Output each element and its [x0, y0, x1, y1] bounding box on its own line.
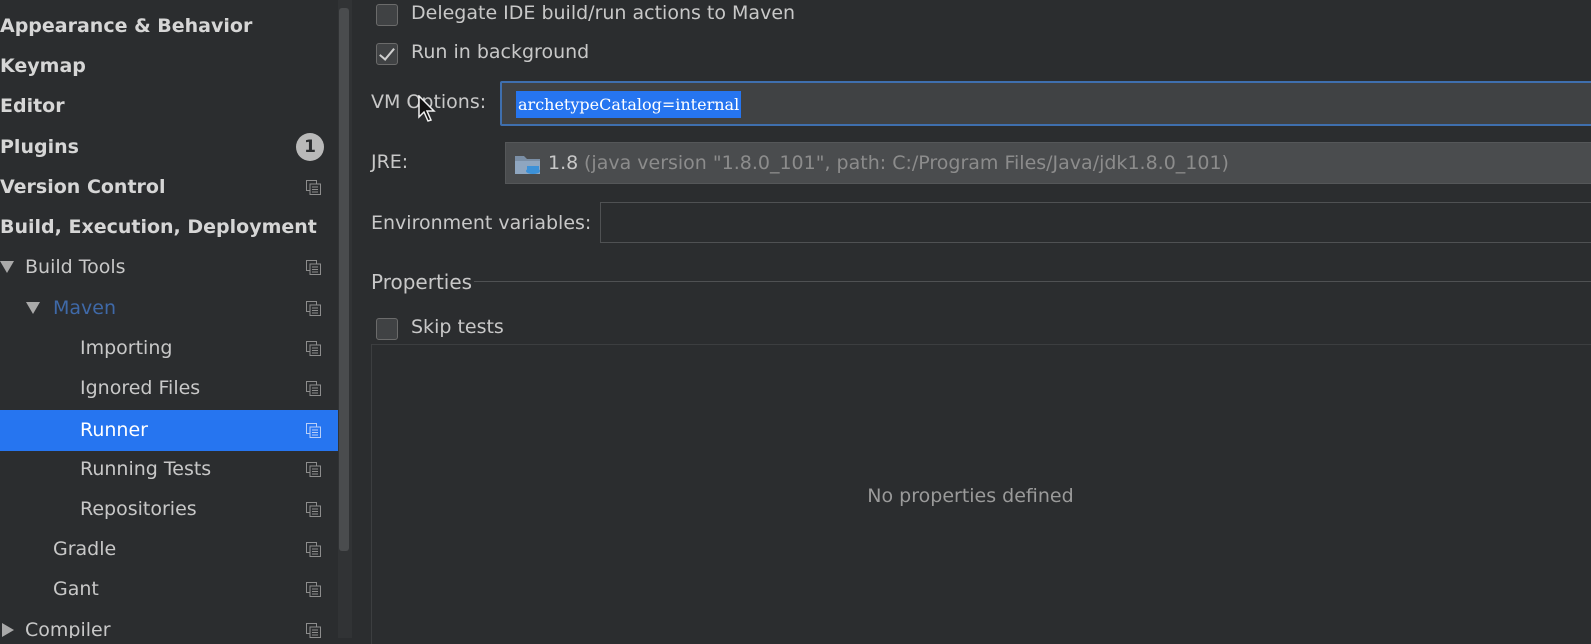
checkmark-icon [379, 44, 395, 61]
sidebar-item-running-tests[interactable]: Running Tests [0, 449, 338, 489]
sidebar-item-build-execution-deployment[interactable]: Build, Execution, Deployment [0, 207, 338, 247]
delegate-to-maven-label: Delegate IDE build/run actions to Maven [411, 2, 796, 24]
settings-sidebar: Appearance & Behavior Keymap Editor Plug… [0, 0, 338, 638]
jre-path-detail: (java version "1.8.0_101", path: C:/Prog… [584, 152, 1229, 174]
vm-options-input[interactable]: archetypeCatalog=internal [500, 81, 1591, 126]
chevron-down-icon[interactable] [0, 261, 14, 273]
sidebar-item-editor[interactable]: Editor [0, 86, 338, 126]
sidebar-item-runner[interactable]: Runner [0, 410, 338, 451]
copy-icon [306, 381, 321, 396]
properties-empty-text: No properties defined [867, 485, 1074, 507]
copy-icon [306, 180, 321, 195]
copy-icon [306, 582, 321, 597]
mouse-cursor-icon [418, 94, 436, 123]
sidebar-item-label: Keymap [0, 55, 86, 77]
sidebar-item-label: Gradle [53, 538, 117, 560]
folder-icon [514, 152, 542, 176]
sidebar-item-gradle[interactable]: Gradle [0, 529, 338, 569]
sidebar-item-label: Version Control [0, 176, 166, 198]
sidebar-item-label: Plugins [0, 136, 79, 158]
sidebar-item-label: Importing [80, 337, 173, 359]
skip-tests-label: Skip tests [411, 316, 504, 338]
copy-icon [306, 502, 321, 517]
sidebar-item-gant[interactable]: Gant [0, 569, 338, 609]
sidebar-item-label: Build, Execution, Deployment [0, 216, 317, 238]
environment-variables-label: Environment variables: [371, 212, 592, 234]
sidebar-item-label: Runner [80, 419, 148, 441]
sidebar-item-label: Maven [53, 297, 117, 319]
copy-icon [306, 341, 321, 356]
jre-combobox[interactable]: 1.8 (java version "1.8.0_101", path: C:/… [505, 142, 1591, 184]
environment-variables-input[interactable] [600, 202, 1591, 243]
copy-icon [306, 423, 321, 438]
chevron-right-icon[interactable] [2, 623, 14, 637]
chevron-down-icon[interactable] [26, 302, 40, 314]
sidebar-item-appearance-behavior[interactable]: Appearance & Behavior [0, 6, 338, 46]
sidebar-item-label: Editor [0, 95, 65, 117]
run-in-background-checkbox[interactable] [376, 43, 398, 65]
run-in-background-label: Run in background [411, 41, 590, 63]
sidebar-item-label: Repositories [80, 498, 197, 520]
sidebar-item-label: Gant [53, 578, 99, 600]
sidebar-item-keymap[interactable]: Keymap [0, 46, 338, 86]
plugins-update-badge: 1 [296, 133, 324, 161]
sidebar-item-ignored-files[interactable]: Ignored Files [0, 368, 338, 408]
delegate-to-maven-checkbox[interactable] [376, 4, 398, 26]
copy-icon [306, 462, 321, 477]
copy-icon [306, 623, 321, 638]
jre-version: 1.8 [548, 152, 579, 174]
skip-tests-checkbox[interactable] [376, 318, 398, 340]
sidebar-item-label: Ignored Files [80, 377, 201, 399]
sidebar-item-label: Running Tests [80, 458, 212, 480]
copy-icon [306, 260, 321, 275]
sidebar-item-build-tools[interactable]: Build Tools [0, 247, 338, 287]
properties-divider [474, 281, 1591, 282]
sidebar-item-maven[interactable]: Maven [0, 288, 338, 328]
jre-label: JRE: [371, 151, 409, 173]
sidebar-item-label: Compiler [25, 619, 111, 638]
sidebar-item-repositories[interactable]: Repositories [0, 489, 338, 529]
sidebar-item-version-control[interactable]: Version Control [0, 167, 338, 207]
properties-section-title: Properties [371, 270, 473, 294]
copy-icon [306, 542, 321, 557]
copy-icon [306, 301, 321, 316]
sidebar-item-label: Appearance & Behavior [0, 15, 253, 37]
sidebar-item-label: Build Tools [25, 256, 126, 278]
sidebar-item-compiler[interactable]: Compiler [0, 610, 338, 638]
vm-options-selected-text: archetypeCatalog=internal [516, 91, 742, 118]
sidebar-scrollbar-thumb[interactable] [339, 8, 349, 551]
sidebar-item-importing[interactable]: Importing [0, 328, 338, 368]
properties-table[interactable]: No properties defined [371, 344, 1591, 644]
sidebar-item-plugins[interactable]: Plugins 1 [0, 127, 338, 167]
